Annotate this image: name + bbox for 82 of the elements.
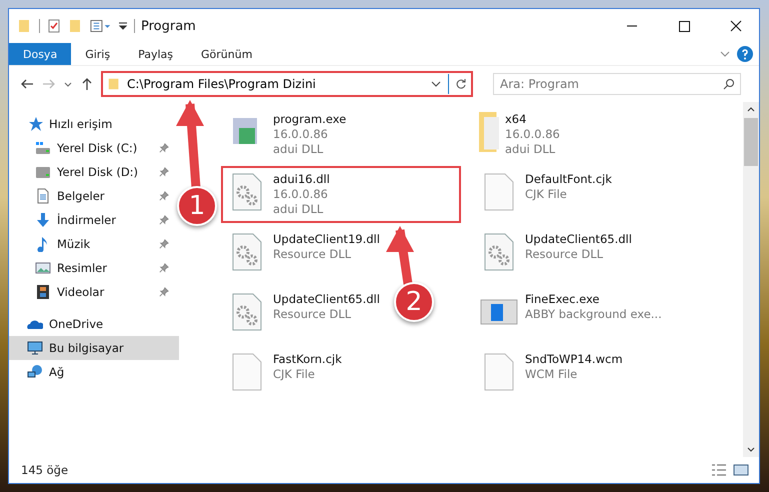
picture-icon [35,260,51,276]
address-path: C:\Program Files\Program Dizini [127,77,317,91]
pin-icon[interactable] [159,263,169,273]
down-arrow-icon [35,212,51,228]
details-view-icon[interactable] [711,462,727,478]
ribbon-tab[interactable]: Görünüm [187,43,266,65]
file-tile[interactable]: UpdateClient65.dll Resource DLL [473,226,642,278]
sidebar-item[interactable]: Resimler [9,256,179,280]
file-name: x64 [505,112,528,127]
file-detail: CJK File [273,367,316,382]
drive-icon [35,140,51,156]
file-name: FineExec.exe [525,292,601,307]
folder-icon [107,76,121,92]
file-name: UpdateClient65.dll [525,232,632,247]
scrollbar-thumb[interactable] [744,118,758,166]
dropdown-icon[interactable] [118,21,128,31]
pin-icon[interactable] [159,215,169,225]
drive-icon [35,164,51,180]
film-icon [35,284,51,300]
ribbon-tab[interactable]: Dosya [9,43,72,65]
search-field[interactable]: Ara: Program [493,73,741,95]
sidebar-item[interactable]: Yerel Disk (C:) [9,136,179,160]
file-tile[interactable]: x64 16.0.0.86 adui DLL [473,106,570,163]
file-tile[interactable]: FastKorn.cjk CJK File [221,346,352,398]
scrollbar[interactable] [743,102,759,457]
file-name: UpdateClient19.dll [273,232,380,247]
file-name: program.exe [273,112,346,127]
refresh-icon[interactable] [455,78,467,90]
file-detail: ABBY background exe... [525,307,662,322]
ribbon-tab[interactable]: Paylaş [124,43,187,65]
large-icons-view-icon[interactable] [733,462,749,478]
sidebar-item[interactable]: Hızlı erişim [9,112,179,136]
sidebar-item[interactable]: Belgeler [9,184,179,208]
pin-icon[interactable] [159,191,169,201]
folder-icon [479,112,499,152]
file-name: DefaultFont.cjk [525,172,612,187]
file-tile[interactable]: DefaultFont.cjk CJK File [473,166,622,218]
file-detail: adui DLL [273,202,324,217]
file-detail: 16.0.0.86 [273,187,329,202]
sidebar-item[interactable]: Müzik [9,232,179,256]
file-tile[interactable]: UpdateClient19.dll Resource DLL [221,226,390,278]
help-icon[interactable] [737,46,753,62]
file-tile[interactable]: SndToWP14.wcm WCM File [473,346,633,398]
checklist-icon[interactable] [46,18,62,34]
address-bar[interactable]: C:\Program Files\Program Dizini [101,71,473,97]
file-detail: Resource DLL [525,247,604,262]
file-tile[interactable]: FineExec.exe ABBY background exe... [473,286,672,338]
pin-icon[interactable] [159,167,169,177]
arrow [386,226,414,285]
sidebar-item[interactable]: Yerel Disk (D:) [9,160,179,184]
file-detail: 16.0.0.86 [505,127,560,142]
file-name: SndToWP14.wcm [525,352,623,367]
document-icon [35,188,51,204]
file-detail: Resource DLL [273,307,352,322]
item-count: 145 öğe [21,463,68,477]
sidebar-item[interactable]: Videolar [9,280,179,304]
sidebar-item[interactable]: Ağ [9,360,179,384]
file-detail: CJK File [525,187,568,202]
pin-icon[interactable] [159,143,169,153]
ribbon-tab[interactable]: Giriş [71,43,124,65]
file-detail: WCM File [525,367,578,382]
file-name: FastKorn.cjk [273,352,342,367]
sidebar-item[interactable]: OneDrive [9,312,179,336]
file-name: adui16.dll [273,172,330,187]
file-name: UpdateClient65.dll [273,292,380,307]
file-detail: Resource DLL [273,247,352,262]
file-tile[interactable]: program.exe 16.0.0.86 adui DLL [221,106,356,163]
properties-icon[interactable] [90,18,112,34]
window-title: Program [141,18,196,34]
computer-icon [27,340,43,356]
file-tile[interactable]: UpdateClient65.dll Resource DLL [221,286,390,338]
network-icon [27,364,43,380]
file-detail: adui DLL [505,142,556,157]
pin-icon[interactable] [159,239,169,249]
file-detail: 16.0.0.86 [273,127,329,142]
pin-icon[interactable] [159,287,169,297]
star-icon [27,116,43,132]
search-icon [723,78,735,90]
file-detail: adui DLL [273,142,324,157]
sidebar-item[interactable]: İndirmeler [9,208,179,232]
sidebar-item[interactable]: Bu bilgisayar [9,336,179,360]
file-tile[interactable]: adui16.dll 16.0.0.86 adui DLL [221,166,461,223]
